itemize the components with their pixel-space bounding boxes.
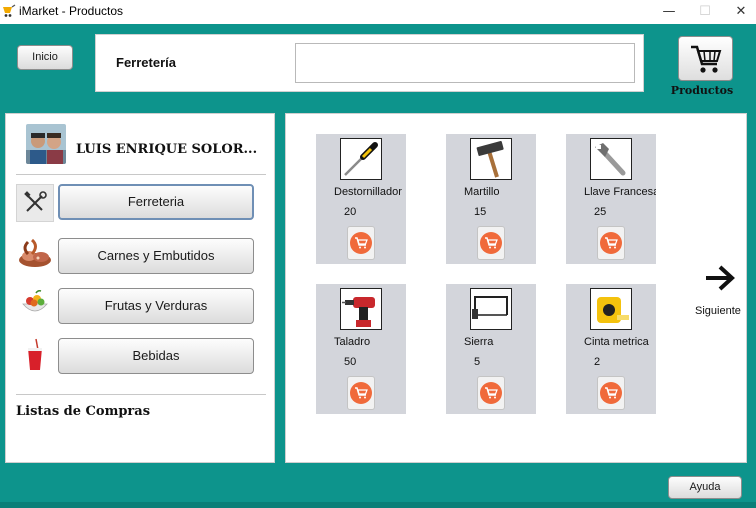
screwdriver-icon [340,138,382,180]
maximize-button[interactable]: ☐ [690,2,720,22]
category-button-carnes[interactable]: Carnes y Embutidos [58,238,254,274]
product-name: Llave Francesa [584,186,656,198]
close-button[interactable]: ✕ [726,2,756,22]
product-card: Llave Francesa 25 [566,134,656,264]
hammer-icon [470,138,512,180]
minimize-button[interactable]: — [654,2,684,22]
product-quantity: 25 [594,206,607,218]
bottom-strip [0,502,756,508]
saw-icon [470,288,512,330]
product-name: Cinta metrica [584,336,649,348]
tape-measure-icon [590,288,632,330]
product-card: Destornillador 20 [316,134,406,264]
shopping-lists-title[interactable]: Listas de Compras [16,404,150,419]
product-card: Taladro 50 [316,284,406,414]
wrench-icon [590,138,632,180]
next-button-label[interactable]: Siguiente [695,305,741,317]
add-cart-icon [600,382,622,404]
product-card: Martillo 15 [446,134,536,264]
product-quantity: 50 [344,356,357,368]
section-title: Ferretería [116,55,176,70]
tools-icon [16,184,54,222]
category-button-bebidas[interactable]: Bebidas [58,338,254,374]
avatar [26,124,66,164]
drill-icon [340,288,382,330]
drink-icon [16,336,54,374]
cart-label: Productos [670,84,734,97]
add-cart-icon [480,232,502,254]
product-name: Taladro [334,336,371,348]
product-card: Sierra 5 [446,284,536,414]
divider [16,394,266,395]
search-input[interactable] [295,43,635,83]
product-quantity: 2 [594,356,601,368]
add-cart-icon [480,382,502,404]
home-button[interactable]: Inicio [17,45,73,70]
help-button[interactable]: Ayuda [668,476,742,499]
shopping-cart-icon [691,45,722,73]
add-to-cart-button[interactable] [477,226,505,260]
add-to-cart-button[interactable] [597,226,625,260]
product-name: Martillo [464,186,500,198]
add-to-cart-button[interactable] [477,376,505,410]
add-cart-icon [350,232,372,254]
add-to-cart-button[interactable] [347,376,375,410]
app-logo-icon [3,4,16,17]
arrow-right-icon[interactable] [700,263,740,293]
divider [16,174,266,175]
product-name: Destornillador [334,186,402,198]
product-card: Cinta metrica 2 [566,284,656,414]
add-cart-icon [600,232,622,254]
category-button-frutas[interactable]: Frutas y Verduras [58,288,254,324]
product-quantity: 5 [474,356,481,368]
user-name: LUIS ENRIQUE SOLOR... [76,142,258,157]
fruits-icon [16,284,54,322]
products-panel: Destornillador 20 Martillo 15 Llave Fran… [285,113,747,463]
window-title: iMarket - Productos [19,4,124,18]
cart-button[interactable] [678,36,733,81]
product-name: Sierra [464,336,494,348]
add-to-cart-button[interactable] [347,226,375,260]
category-button-ferreteria[interactable]: Ferreteria [58,184,254,220]
add-cart-icon [350,382,372,404]
add-to-cart-button[interactable] [597,376,625,410]
product-quantity: 20 [344,206,357,218]
meat-icon [16,234,54,272]
title-bar: iMarket - Productos — ☐ ✕ [0,0,756,24]
sidebar: LUIS ENRIQUE SOLOR... Ferreteria Carnes … [5,113,275,463]
header-panel: Ferretería [95,34,644,92]
product-quantity: 15 [474,206,487,218]
